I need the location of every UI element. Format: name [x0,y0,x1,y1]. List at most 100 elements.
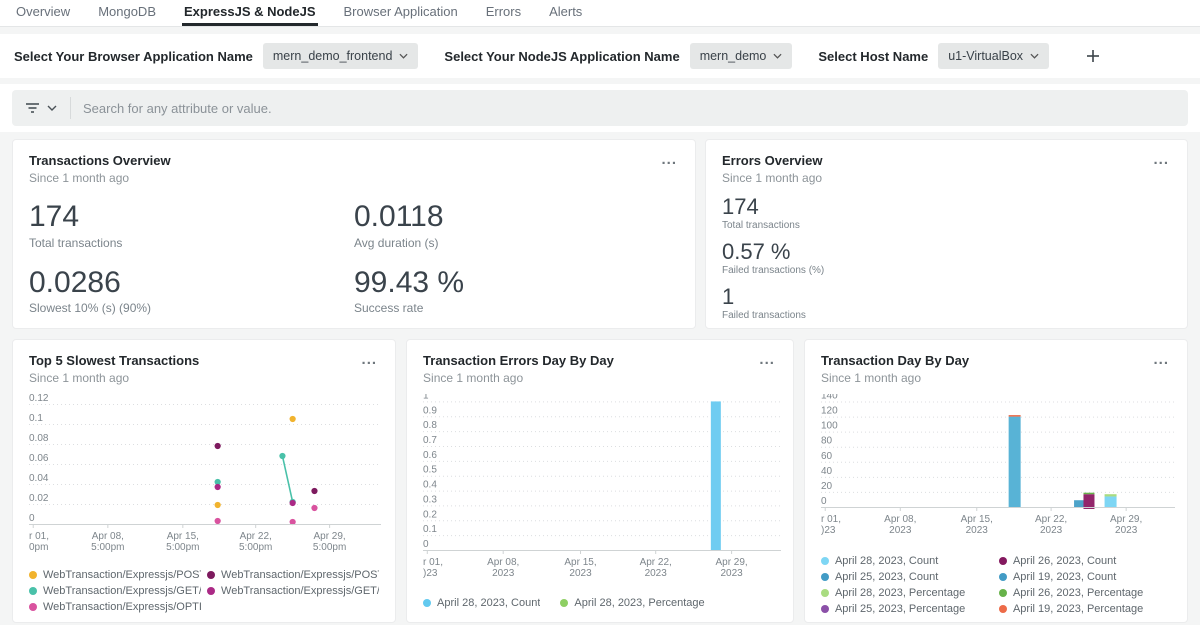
card-transaction-errors-day-by-day: Transaction Errors Day By Day Since 1 mo… [406,339,794,623]
svg-text:Apr 29,: Apr 29, [313,531,345,542]
svg-text:2023: 2023 [966,525,989,536]
legend-label: April 28, 2023, Count [437,597,540,609]
kpi-slowest: 0.0286 Slowest 10% (s) (90%) [29,267,354,316]
legend-item[interactable]: WebTransaction/Expressjs/GET//re... [29,585,201,597]
svg-text:5:00pm: 5:00pm [91,542,124,553]
legend-item[interactable]: April 26, 2023, Percentage [999,587,1171,599]
day-by-day-bar-chart: 140120100806040200r 01,)23Apr 08,2023Apr… [821,394,1171,542]
legend-item[interactable]: April 28, 2023, Percentage [560,597,704,609]
card-menu-button[interactable]: ... [757,353,777,367]
legend-item[interactable]: April 26, 2023, Count [999,555,1171,567]
svg-text:Apr 22,: Apr 22, [1035,514,1067,525]
card-menu-button[interactable]: ... [1151,153,1171,167]
svg-text:0.04: 0.04 [29,473,49,484]
legend-dot-icon [999,605,1007,613]
tab-alerts[interactable]: Alerts [547,0,584,26]
filter-groups: Select Your Browser Application Namemern… [14,43,1075,69]
card-menu-button[interactable]: ... [1151,353,1171,367]
legend-dot-icon [821,573,829,581]
svg-text:100: 100 [821,421,838,432]
kpi-label: Slowest 10% (s) (90%) [29,301,354,315]
svg-text:0.12: 0.12 [29,394,49,404]
add-filter-button[interactable] [1081,44,1105,68]
tab-mongodb[interactable]: MongoDB [96,0,158,26]
svg-text:0.4: 0.4 [423,480,437,491]
kpi-value: 99.43 % [354,267,679,299]
legend-item[interactable]: April 28, 2023, Count [423,597,540,609]
card-subtitle: Since 1 month ago [423,371,614,385]
card-errors-overview: Errors Overview Since 1 month ago ... 17… [705,139,1188,329]
legend-dot-icon [423,599,431,607]
legend-label: WebTransaction/Expressjs/POST//... [43,569,201,581]
errors-day-legend: April 28, 2023, Count April 28, 2023, Per… [423,597,777,609]
svg-text:Apr 22,: Apr 22, [240,531,272,542]
kpi-value: 0.0118 [354,201,679,233]
search-input[interactable] [71,101,1188,116]
svg-text:0: 0 [29,513,35,524]
filter-group-browser-app-name: Select Your Browser Application Namemern… [14,43,418,69]
tab-errors[interactable]: Errors [484,0,523,26]
legend-item[interactable]: April 28, 2023, Count [821,555,993,567]
svg-text:Apr 08,: Apr 08, [487,557,519,568]
card-top5-slowest-transactions: Top 5 Slowest Transactions Since 1 month… [12,339,396,623]
svg-text:5:00pm: 5:00pm [313,542,346,553]
legend-dot-icon [207,587,215,595]
svg-text:Apr 08,: Apr 08, [92,531,124,542]
legend-dot-icon [560,599,568,607]
svg-text:2023: 2023 [492,568,515,579]
legend-item[interactable]: April 25, 2023, Percentage [821,603,993,615]
kpi-avg-duration: 0.0118 Avg duration (s) [354,201,679,250]
top5-plot: 0.120.10.080.060.040.020r 01,0pmApr 08,5… [29,394,381,554]
legend-label: April 28, 2023, Percentage [574,597,704,609]
svg-text:Apr 29,: Apr 29, [716,557,748,568]
legend-label: WebTransaction/Expressjs/GET//re... [43,585,201,597]
svg-text:140: 140 [821,394,838,402]
card-menu-button[interactable]: ... [360,353,380,367]
legend-label: WebTransaction/Expressjs/GET//re... [221,585,379,597]
card-subtitle: Since 1 month ago [29,171,171,185]
legend-item[interactable]: April 19, 2023, Percentage [999,603,1171,615]
filter-menu-button[interactable] [12,90,70,126]
svg-text:2023: 2023 [569,568,592,579]
legend-item[interactable]: WebTransaction/Expressjs/POST//... [29,569,201,581]
svg-text:Apr 22,: Apr 22, [640,557,672,568]
kpi-grid: 174 Total transactions 0.0118 Avg durati… [29,201,679,315]
dropdown-nodejs-app-name[interactable]: mern_demo [690,43,793,69]
top5-legend: WebTransaction/Expressjs/POST//... WebTra… [29,569,379,613]
card-menu-button[interactable]: ... [659,153,679,167]
legend-dot-icon [29,603,37,611]
svg-text:20: 20 [821,481,833,492]
card-title: Transaction Errors Day By Day [423,353,614,368]
filter-bar: Select Your Browser Application Namemern… [0,34,1200,78]
legend-dot-icon [821,605,829,613]
legend-dot-icon [999,573,1007,581]
filter-label: Select Host Name [818,49,928,64]
tab-bar: Overview MongoDB ExpressJS & NodeJS Browser… [0,0,1200,27]
legend-item[interactable]: WebTransaction/Expressjs/POST//r... [207,569,379,581]
svg-text:0.7: 0.7 [423,435,437,446]
legend-item[interactable]: April 19, 2023, Count [999,571,1171,583]
card-transactions-overview: Transactions Overview Since 1 month ago … [12,139,696,329]
kpi-label: Avg duration (s) [354,236,679,250]
dropdown-host-name[interactable]: u1-VirtualBox [938,43,1049,69]
svg-text:)23: )23 [821,525,836,536]
svg-text:120: 120 [821,406,838,417]
legend-item[interactable]: WebTransaction/Expressjs/GET//re... [207,585,379,597]
kpi-failed-count: 1 Failed transactions [722,285,1171,321]
legend-item[interactable]: April 25, 2023, Count [821,571,993,583]
tab-expressjs-nodejs[interactable]: ExpressJS & NodeJS [182,0,318,26]
kpi-value: 0.0286 [29,267,354,299]
dropdown-browser-app-name[interactable]: mern_demo_frontend [263,43,419,69]
svg-text:0.06: 0.06 [29,453,49,464]
tab-overview[interactable]: Overview [14,0,72,26]
svg-text:2023: 2023 [889,525,912,536]
chevron-down-icon [773,53,782,59]
tab-browser-application[interactable]: Browser Application [342,0,460,26]
svg-text:0: 0 [423,539,429,550]
legend-item[interactable]: April 28, 2023, Percentage [821,587,993,599]
legend-item[interactable]: WebTransaction/Expressjs/OPTION... [29,601,201,613]
chevron-down-icon [1030,53,1039,59]
svg-text:0.8: 0.8 [423,420,437,431]
legend-dot-icon [999,557,1007,565]
svg-text:0.3: 0.3 [423,494,437,505]
